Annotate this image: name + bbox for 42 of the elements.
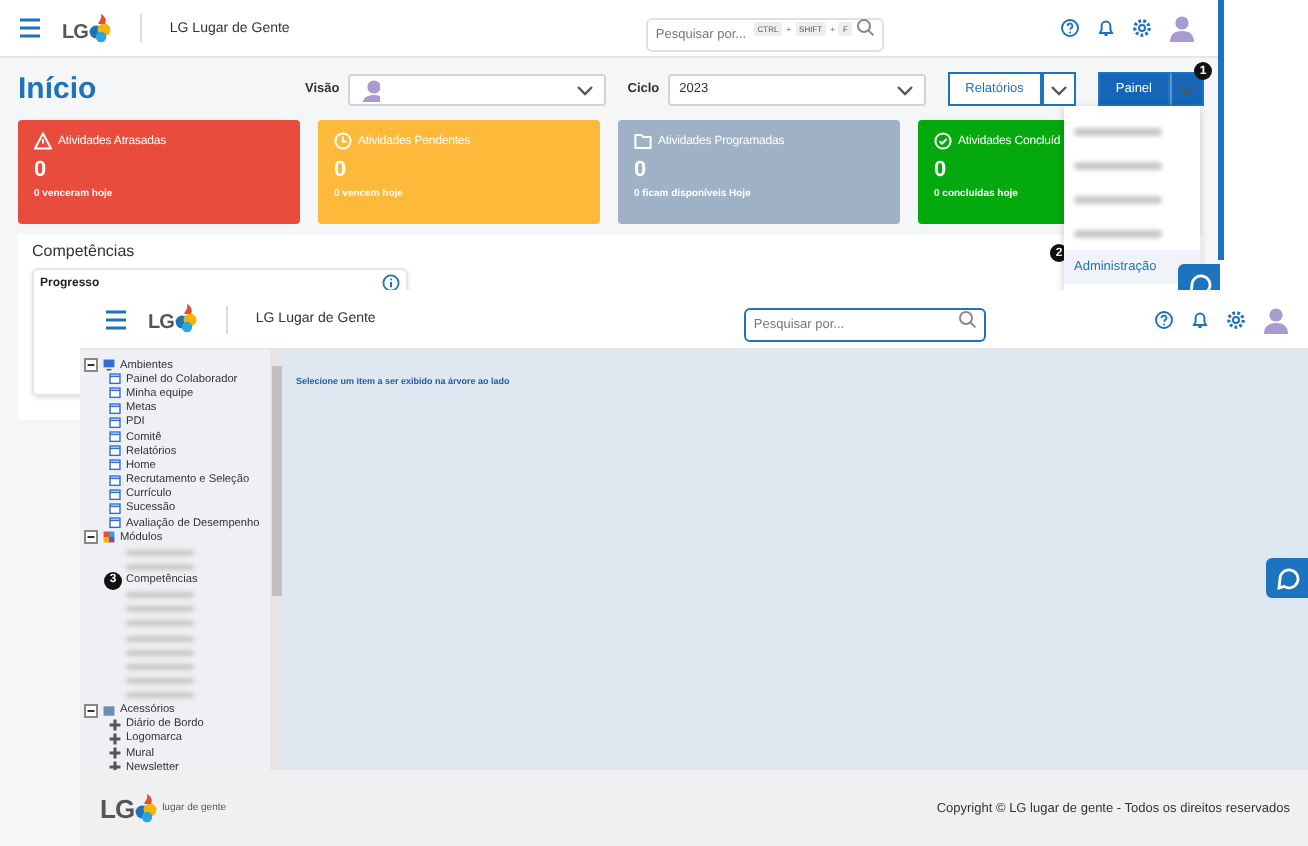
modules-icon	[102, 530, 116, 545]
dropdown-toggle[interactable]	[1170, 72, 1204, 106]
chat-icon	[1275, 566, 1299, 590]
search-icon[interactable]	[855, 18, 876, 38]
page-title: Início	[18, 72, 99, 106]
info-icon[interactable]	[382, 274, 400, 292]
bell-icon[interactable]	[1189, 309, 1210, 329]
dropdown-toggle[interactable]	[1041, 72, 1076, 106]
logo: LG	[148, 304, 198, 334]
scrollbar-thumb[interactable]	[272, 366, 282, 596]
card-count: 0	[334, 158, 349, 182]
chevron-icon	[575, 83, 594, 95]
chevron-icon	[1049, 83, 1068, 95]
chat-button[interactable]	[1266, 558, 1308, 598]
scrollbar[interactable]	[270, 350, 284, 770]
logo: LG	[62, 13, 112, 43]
card-count: 0	[34, 158, 49, 182]
menu-icon[interactable]	[18, 16, 42, 40]
menu-icon[interactable]	[104, 307, 128, 331]
settings-icon[interactable]	[1225, 309, 1246, 329]
dropdown-field[interactable]	[347, 73, 606, 105]
chevron-icon	[1178, 83, 1196, 95]
search-icon[interactable]	[957, 309, 978, 329]
section-title: Competências	[32, 242, 135, 262]
warning-icon	[34, 132, 52, 150]
help-icon[interactable]	[1153, 309, 1174, 329]
avatar-icon	[359, 77, 380, 101]
clock-icon	[334, 132, 352, 150]
collapse-icon[interactable]	[84, 703, 98, 718]
monitor-icon	[102, 358, 116, 373]
settings-icon[interactable]	[1131, 18, 1152, 38]
collapse-icon[interactable]	[84, 530, 98, 545]
avatar-icon[interactable]	[1167, 14, 1196, 42]
help-icon[interactable]	[1059, 18, 1080, 38]
avatar-icon[interactable]	[1261, 305, 1290, 333]
card-count: 0	[934, 158, 949, 182]
card-count: 0	[634, 158, 649, 182]
collapse-icon[interactable]	[84, 358, 98, 373]
logo: LG	[100, 793, 159, 823]
check-circle-icon	[934, 132, 952, 150]
bell-icon[interactable]	[1095, 18, 1116, 38]
chevron-icon	[895, 83, 914, 95]
